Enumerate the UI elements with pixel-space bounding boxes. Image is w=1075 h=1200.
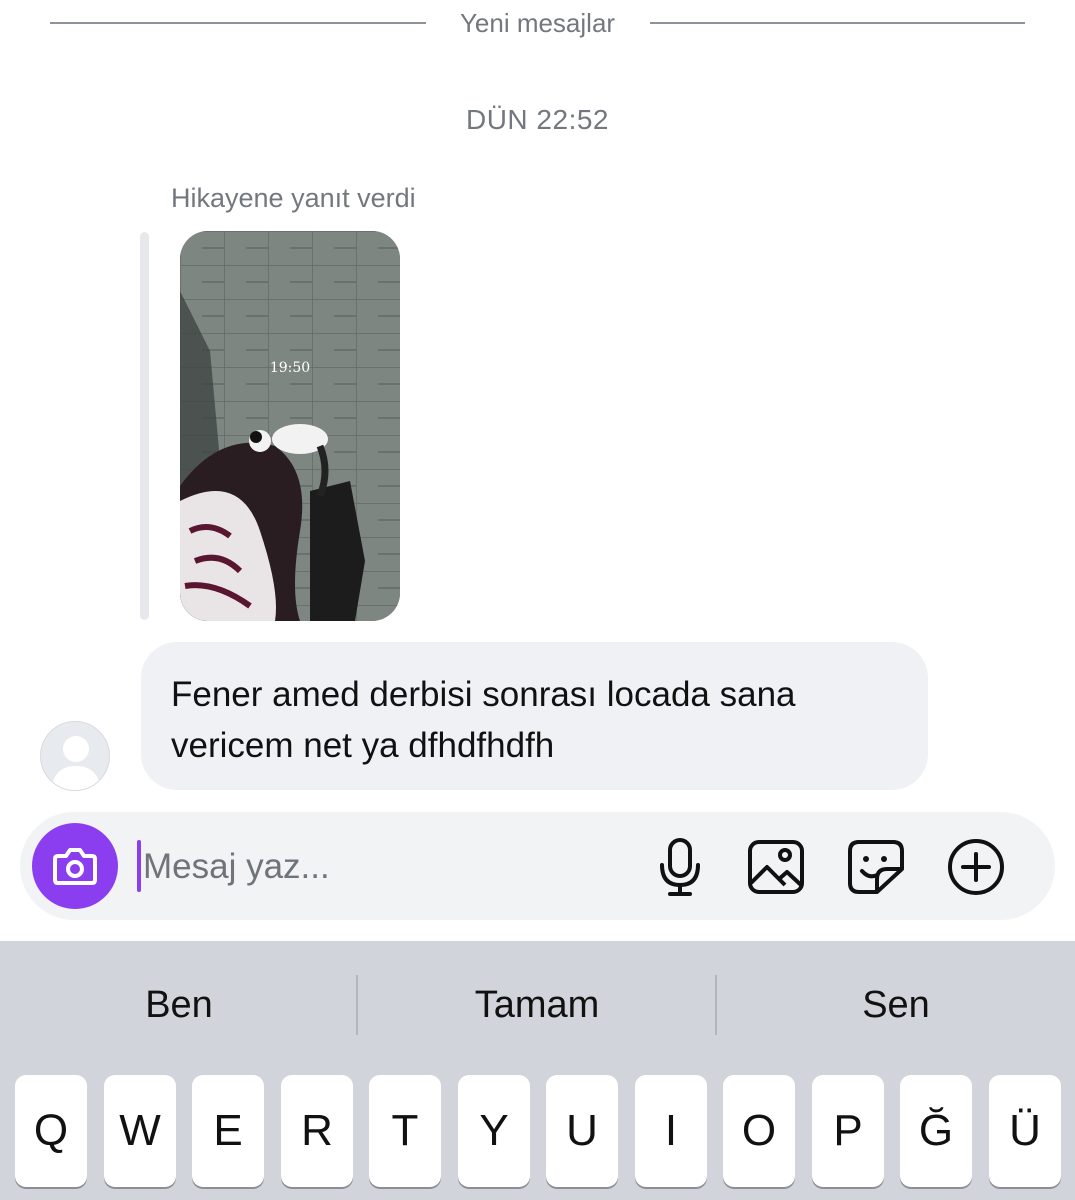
gallery-icon [748,840,804,894]
suggestion-sen[interactable]: Sen [717,984,1075,1027]
key-g-breve[interactable]: Ğ [900,1075,972,1187]
plus-button[interactable] [946,837,1006,897]
key-t[interactable]: T [369,1075,441,1187]
avatar[interactable] [40,721,110,791]
microphone-button[interactable] [650,837,710,897]
key-o[interactable]: O [723,1075,795,1187]
key-y[interactable]: Y [458,1075,530,1187]
camera-button[interactable] [32,823,118,909]
key-u-umlaut[interactable]: Ü [989,1075,1061,1187]
message-line-2: vericem net ya dfhdfhdfh [171,726,555,765]
microphone-icon [660,838,700,896]
message-input[interactable] [143,838,623,896]
sticker-icon [848,840,904,894]
message-timestamp: DÜN 22:52 [465,104,609,135]
sticker-button[interactable] [846,837,906,897]
default-avatar-icon [51,736,101,790]
key-u[interactable]: U [546,1075,618,1187]
key-e[interactable]: E [192,1075,264,1187]
key-r[interactable]: R [281,1075,353,1187]
story-reply-label: Hikayene yanıt verdi [171,183,416,213]
suggestion-tamam[interactable]: Tamam [358,984,716,1027]
message-line-1: Fener amed derbisi sonrası locada sana [171,675,796,714]
story-image [180,231,400,621]
divider-line-right [650,22,1025,24]
key-q[interactable]: Q [15,1075,87,1187]
story-thumbnail[interactable] [180,231,400,621]
camera-icon [53,848,97,885]
reply-quote-bar [140,232,149,620]
plus-icon [948,839,1004,895]
suggestion-ben[interactable]: Ben [0,984,358,1027]
story-time: 19:50 [269,360,311,376]
message-bubble[interactable]: Fener amed derbisi sonrası locada sana v… [141,642,928,790]
text-cursor [137,840,141,892]
key-i[interactable]: I [635,1075,707,1187]
key-w[interactable]: W [104,1075,176,1187]
gallery-button[interactable] [746,837,806,897]
key-p[interactable]: P [812,1075,884,1187]
